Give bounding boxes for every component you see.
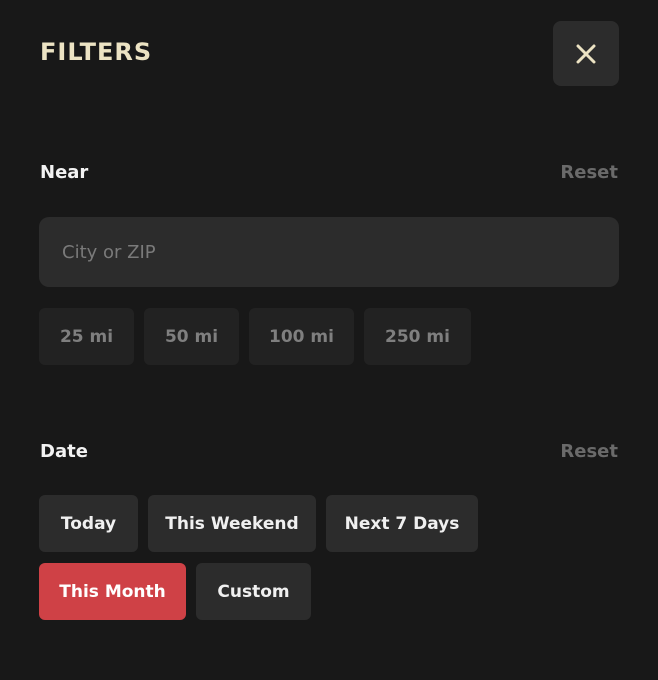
date-options-row-2: This Month Custom <box>39 563 311 620</box>
distance-chip-250[interactable]: 250 mi <box>364 308 471 365</box>
near-section-label: Near <box>40 162 89 183</box>
date-section-label: Date <box>40 441 88 462</box>
date-chip-custom[interactable]: Custom <box>196 563 311 620</box>
filters-title: FILTERS <box>40 38 153 66</box>
date-chip-today[interactable]: Today <box>39 495 138 552</box>
date-reset-button[interactable]: Reset <box>560 441 618 462</box>
city-zip-input[interactable] <box>39 217 619 287</box>
date-chip-next-7-days[interactable]: Next 7 Days <box>326 495 478 552</box>
distance-chip-25[interactable]: 25 mi <box>39 308 134 365</box>
distance-options: 25 mi 50 mi 100 mi 250 mi <box>39 308 471 365</box>
close-icon <box>576 44 596 63</box>
close-button[interactable] <box>553 21 619 86</box>
date-chip-this-month[interactable]: This Month <box>39 563 186 620</box>
date-options-row-1: Today This Weekend Next 7 Days <box>39 495 478 552</box>
filters-panel: FILTERS Near Reset 25 mi 50 mi 100 mi 25… <box>0 0 658 680</box>
distance-chip-50[interactable]: 50 mi <box>144 308 239 365</box>
distance-chip-100[interactable]: 100 mi <box>249 308 354 365</box>
near-reset-button[interactable]: Reset <box>560 162 618 183</box>
date-chip-this-weekend[interactable]: This Weekend <box>148 495 316 552</box>
